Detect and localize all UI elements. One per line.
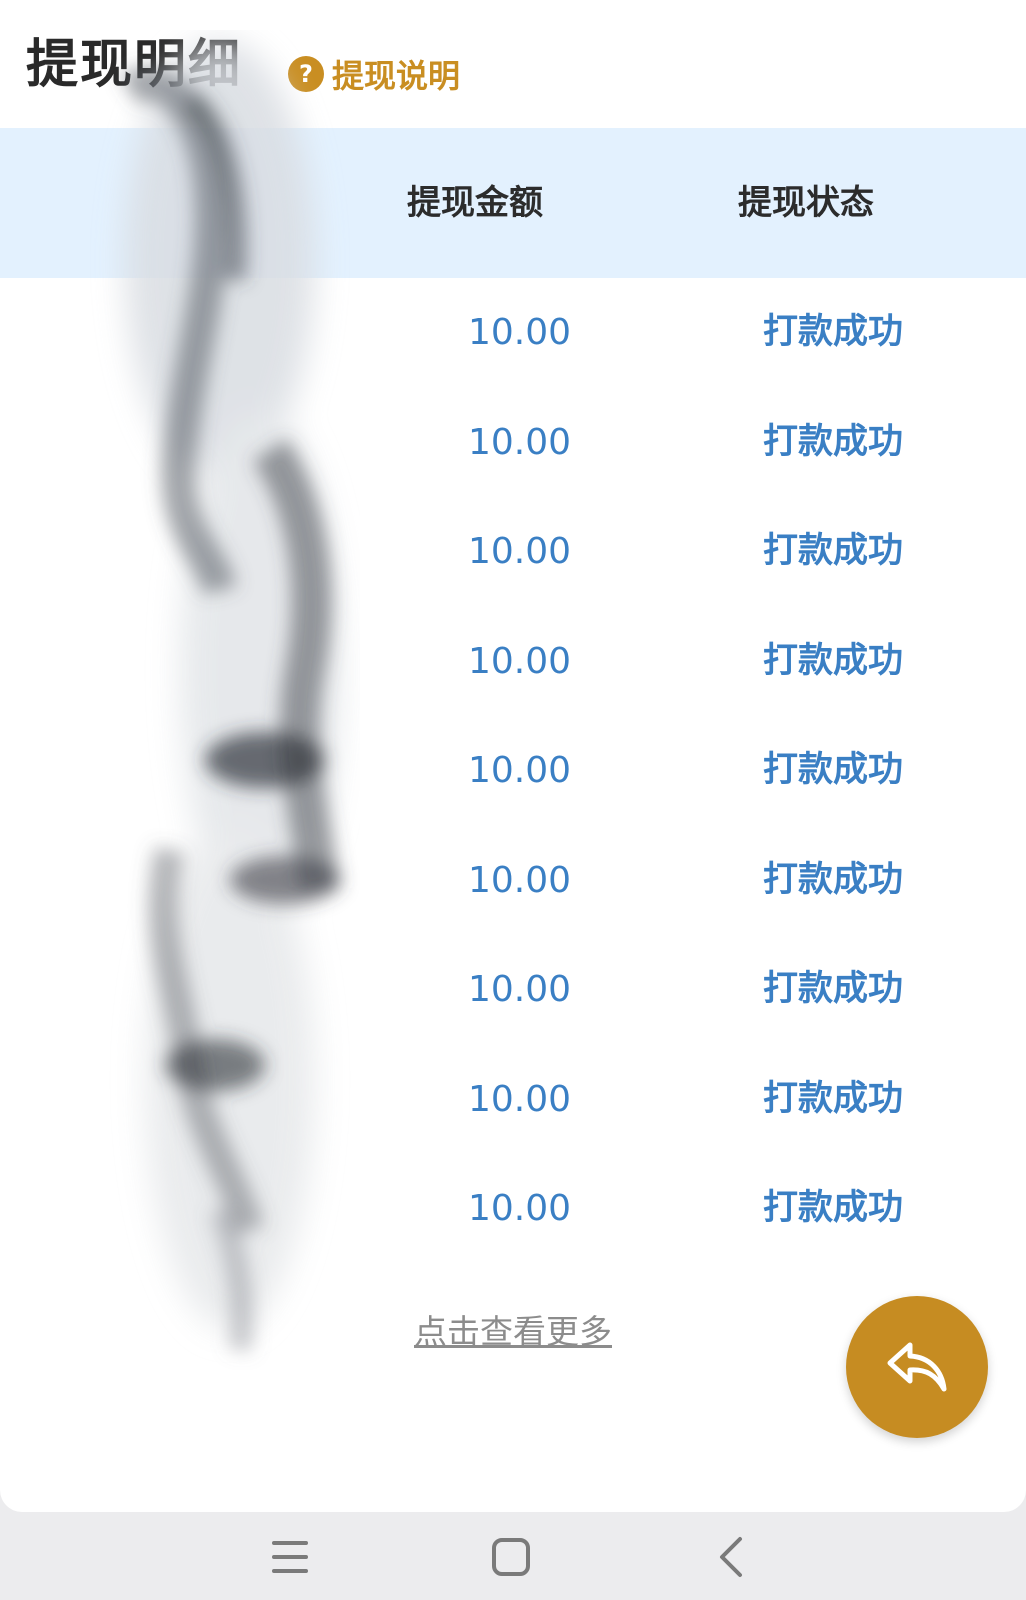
table-row: 10.00 打款成功 [0, 935, 1026, 1045]
status-cell: 打款成功 [763, 750, 904, 790]
reply-back-button[interactable] [846, 1296, 988, 1438]
table-row: 10.00 打款成功 [0, 1045, 1026, 1155]
table-row: 10.00 打款成功 [0, 1154, 1026, 1264]
page-title: 提现明细 [26, 35, 243, 95]
amount-cell: 10.00 [468, 531, 572, 572]
column-header-status: 提现状态 [738, 183, 874, 223]
amount-cell: 10.00 [468, 1188, 572, 1229]
column-header-amount: 提现金额 [407, 183, 543, 223]
page-header: 提现明细 ? 提现说明 [0, 0, 1026, 128]
amount-cell: 10.00 [468, 750, 572, 791]
withdrawal-help-link[interactable]: ? 提现说明 [288, 50, 460, 98]
table-row: 10.00 打款成功 [0, 607, 1026, 717]
recent-apps-button[interactable] [250, 1524, 330, 1590]
amount-cell: 10.00 [468, 859, 572, 901]
table-row: 10.00 打款成功 [0, 716, 1026, 826]
amount-cell: 10.00 [468, 969, 572, 1010]
status-cell: 打款成功 [763, 969, 904, 1009]
status-cell: 打款成功 [763, 421, 904, 462]
status-cell: 打款成功 [763, 531, 904, 571]
table-row: 10.00 打款成功 [0, 388, 1026, 498]
withdrawal-details-card: 提现明细 ? 提现说明 提现金额 提现状态 10.00 打款成功 10.00 打… [0, 0, 1026, 1512]
status-cell: 打款成功 [763, 1188, 904, 1228]
question-icon: ? [288, 56, 324, 92]
amount-cell: 10.00 [468, 1078, 572, 1120]
table-row: 10.00 打款成功 [0, 278, 1026, 388]
amount-cell: 10.00 [468, 421, 572, 463]
status-cell: 打款成功 [763, 312, 904, 352]
status-cell: 打款成功 [763, 859, 904, 900]
back-icon [720, 1537, 742, 1577]
amount-cell: 10.00 [468, 312, 572, 353]
system-nav-bar [0, 1512, 1026, 1600]
home-button[interactable] [471, 1524, 551, 1590]
status-cell: 打款成功 [763, 640, 904, 681]
status-cell: 打款成功 [763, 1078, 904, 1119]
withdrawal-help-label: 提现说明 [332, 57, 461, 95]
table-header: 提现金额 提现状态 [0, 128, 1026, 278]
table-row: 10.00 打款成功 [0, 497, 1026, 607]
home-icon [492, 1538, 530, 1576]
amount-cell: 10.00 [468, 640, 572, 682]
table-row: 10.00 打款成功 [0, 826, 1026, 936]
menu-icon [272, 1541, 308, 1573]
withdrawal-list: 10.00 打款成功 10.00 打款成功 10.00 打款成功 10.00 打… [0, 278, 1026, 1264]
back-button[interactable] [692, 1524, 772, 1590]
reply-icon [887, 1342, 947, 1392]
